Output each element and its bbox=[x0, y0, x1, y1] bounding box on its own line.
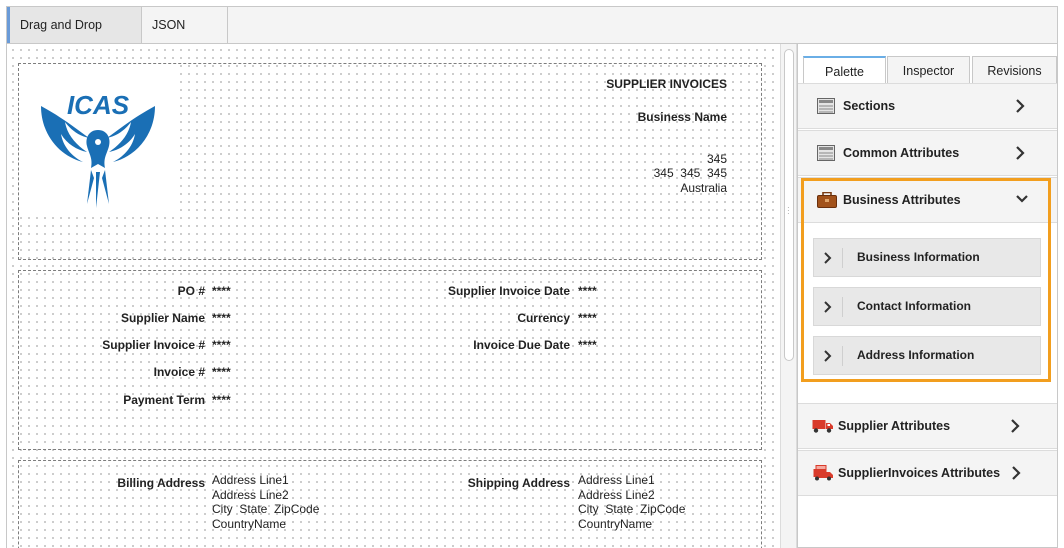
logo-text: ICAS bbox=[67, 90, 130, 120]
address-section[interactable]: Billing Address Address Line1 Address Li… bbox=[18, 460, 762, 548]
supplier-invoice-number-value: **** bbox=[212, 338, 231, 352]
billing-address-line: City State ZipCode bbox=[212, 502, 320, 516]
business-name: Business Name bbox=[637, 110, 727, 124]
payment-term-value: **** bbox=[212, 393, 231, 407]
billing-address-line: Address Line1 bbox=[212, 473, 289, 487]
document-title: SUPPLIER INVOICES bbox=[606, 77, 727, 91]
business-address-line1: 345 bbox=[706, 152, 727, 166]
billing-address-label: Billing Address bbox=[117, 476, 205, 490]
shipping-address-line: Address Line1 bbox=[578, 473, 655, 487]
chevron-right-icon bbox=[1011, 419, 1020, 433]
shipping-address-line: Address Line2 bbox=[578, 487, 655, 502]
shipping-address-line: City State ZipCode bbox=[578, 502, 686, 516]
chevron-right-icon bbox=[1016, 99, 1025, 113]
attributes-table-icon bbox=[817, 145, 835, 161]
chevron-right-icon bbox=[1016, 146, 1025, 160]
billing-address-block: Address Line1 Address Line2 City State Z… bbox=[212, 473, 319, 531]
palette-item-label: Common Attributes bbox=[843, 146, 960, 160]
company-logo: ICAS bbox=[19, 64, 177, 214]
supplier-invoice-date-value: **** bbox=[578, 284, 597, 298]
invoice-truck-icon bbox=[813, 465, 833, 481]
palette-item-supplierinvoices-attributes[interactable]: SupplierInvoices Attributes bbox=[798, 450, 1057, 496]
delivery-truck-icon bbox=[812, 420, 833, 433]
invoice-due-date-label: Invoice Due Date bbox=[473, 338, 570, 352]
palette-item-label: Sections bbox=[843, 99, 896, 113]
po-number-label: PO # bbox=[177, 284, 205, 298]
palette-panel: Palette Inspector Revisions Sections Com… bbox=[797, 44, 1058, 548]
splitter-grip-icon[interactable]: · · · bbox=[787, 204, 790, 218]
design-canvas[interactable]: ICAS SUPPLIER INVOICES Business Name 345… bbox=[6, 44, 781, 548]
billing-address-line: Address Line2 bbox=[212, 487, 289, 502]
business-attributes-highlight bbox=[801, 178, 1051, 382]
shipping-address-label: Shipping Address bbox=[467, 476, 570, 490]
tab-revisions[interactable]: Revisions bbox=[972, 56, 1057, 85]
tab-drag-and-drop-editor[interactable]: Drag and Drop Editor bbox=[7, 7, 142, 68]
header-section[interactable]: ICAS SUPPLIER INVOICES Business Name 345… bbox=[18, 63, 762, 260]
shipping-address-block: Address Line1 Address Line2 City State Z… bbox=[578, 473, 685, 531]
palette-item-supplier-attributes[interactable]: Supplier Attributes bbox=[798, 403, 1057, 449]
palette-item-label: SupplierInvoices Attributes bbox=[838, 466, 1001, 480]
business-address-line3: Australia bbox=[680, 181, 727, 195]
currency-value: **** bbox=[578, 311, 597, 325]
eagle-logo-icon: ICAS bbox=[41, 90, 155, 208]
panel-tab-bar: Palette Inspector Revisions bbox=[798, 44, 1057, 86]
palette-item-common-attributes[interactable]: Common Attributes bbox=[798, 130, 1057, 176]
supplier-name-value: **** bbox=[212, 311, 231, 325]
tab-json-editor[interactable]: JSON Editor bbox=[142, 7, 228, 68]
invoice-number-label: Invoice # bbox=[153, 365, 205, 379]
section-table-icon bbox=[817, 98, 835, 114]
payment-term-label: Payment Term bbox=[123, 393, 205, 407]
invoice-due-date-value: **** bbox=[578, 338, 597, 352]
billing-address-line: CountryName bbox=[212, 516, 287, 531]
canvas-scrollbar[interactable]: · · · bbox=[780, 44, 797, 548]
invoice-number-value: **** bbox=[212, 365, 231, 379]
tab-palette[interactable]: Palette bbox=[803, 56, 886, 85]
tab-inspector[interactable]: Inspector bbox=[887, 56, 970, 85]
currency-label: Currency bbox=[517, 311, 570, 325]
palette-item-sections[interactable]: Sections bbox=[798, 83, 1057, 129]
details-section[interactable]: PO # **** Supplier Name **** Supplier In… bbox=[18, 270, 762, 450]
chevron-right-icon bbox=[1012, 466, 1021, 480]
supplier-name-label: Supplier Name bbox=[120, 311, 205, 325]
supplier-invoice-number-label: Supplier Invoice # bbox=[102, 338, 205, 352]
business-address-line2: 345 345 345 bbox=[653, 166, 727, 180]
palette-item-label: Supplier Attributes bbox=[838, 419, 951, 433]
editor-tab-bar: Drag and Drop Editor JSON Editor bbox=[6, 6, 1058, 68]
supplier-invoice-date-label: Supplier Invoice Date bbox=[447, 284, 570, 298]
shipping-address-line: CountryName bbox=[578, 516, 653, 531]
po-number-value: **** bbox=[212, 284, 231, 298]
